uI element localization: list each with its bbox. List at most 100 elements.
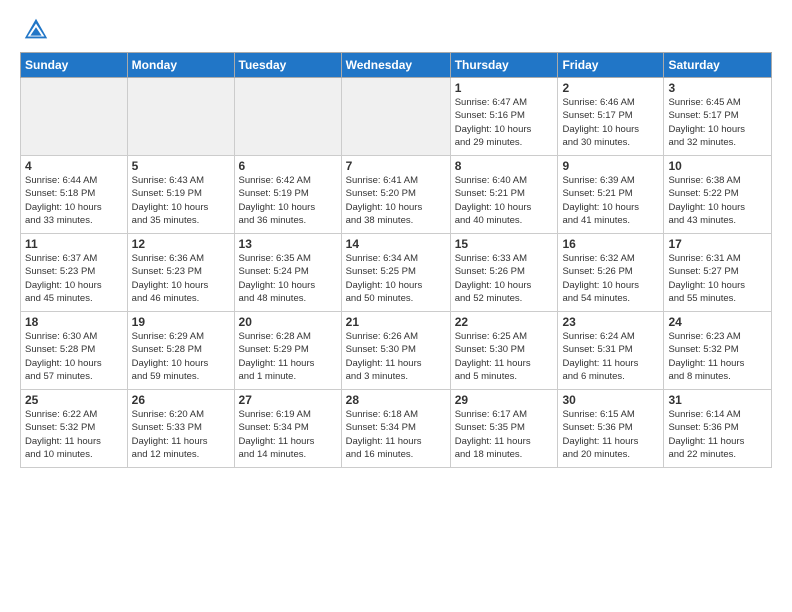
day-info: Sunrise: 6:43 AM Sunset: 5:19 PM Dayligh… xyxy=(132,174,230,227)
day-info: Sunrise: 6:46 AM Sunset: 5:17 PM Dayligh… xyxy=(562,96,659,149)
day-number: 8 xyxy=(455,159,554,173)
day-info: Sunrise: 6:20 AM Sunset: 5:33 PM Dayligh… xyxy=(132,408,230,461)
day-number: 5 xyxy=(132,159,230,173)
day-info: Sunrise: 6:45 AM Sunset: 5:17 PM Dayligh… xyxy=(668,96,767,149)
week-row-1: 1Sunrise: 6:47 AM Sunset: 5:16 PM Daylig… xyxy=(21,78,772,156)
day-cell: 1Sunrise: 6:47 AM Sunset: 5:16 PM Daylig… xyxy=(450,78,558,156)
col-header-wednesday: Wednesday xyxy=(341,53,450,78)
day-info: Sunrise: 6:14 AM Sunset: 5:36 PM Dayligh… xyxy=(668,408,767,461)
day-cell: 3Sunrise: 6:45 AM Sunset: 5:17 PM Daylig… xyxy=(664,78,772,156)
day-cell: 26Sunrise: 6:20 AM Sunset: 5:33 PM Dayli… xyxy=(127,390,234,468)
day-cell: 28Sunrise: 6:18 AM Sunset: 5:34 PM Dayli… xyxy=(341,390,450,468)
day-cell: 13Sunrise: 6:35 AM Sunset: 5:24 PM Dayli… xyxy=(234,234,341,312)
day-info: Sunrise: 6:38 AM Sunset: 5:22 PM Dayligh… xyxy=(668,174,767,227)
day-info: Sunrise: 6:32 AM Sunset: 5:26 PM Dayligh… xyxy=(562,252,659,305)
day-cell: 8Sunrise: 6:40 AM Sunset: 5:21 PM Daylig… xyxy=(450,156,558,234)
day-cell: 14Sunrise: 6:34 AM Sunset: 5:25 PM Dayli… xyxy=(341,234,450,312)
day-cell: 7Sunrise: 6:41 AM Sunset: 5:20 PM Daylig… xyxy=(341,156,450,234)
day-number: 18 xyxy=(25,315,123,329)
day-number: 24 xyxy=(668,315,767,329)
day-cell: 25Sunrise: 6:22 AM Sunset: 5:32 PM Dayli… xyxy=(21,390,128,468)
col-header-tuesday: Tuesday xyxy=(234,53,341,78)
week-row-4: 18Sunrise: 6:30 AM Sunset: 5:28 PM Dayli… xyxy=(21,312,772,390)
day-info: Sunrise: 6:30 AM Sunset: 5:28 PM Dayligh… xyxy=(25,330,123,383)
day-cell: 16Sunrise: 6:32 AM Sunset: 5:26 PM Dayli… xyxy=(558,234,664,312)
day-number: 25 xyxy=(25,393,123,407)
day-info: Sunrise: 6:18 AM Sunset: 5:34 PM Dayligh… xyxy=(346,408,446,461)
day-number: 11 xyxy=(25,237,123,251)
day-info: Sunrise: 6:34 AM Sunset: 5:25 PM Dayligh… xyxy=(346,252,446,305)
day-cell: 29Sunrise: 6:17 AM Sunset: 5:35 PM Dayli… xyxy=(450,390,558,468)
day-number: 12 xyxy=(132,237,230,251)
day-cell xyxy=(341,78,450,156)
day-cell xyxy=(21,78,128,156)
col-header-monday: Monday xyxy=(127,53,234,78)
day-cell xyxy=(234,78,341,156)
day-info: Sunrise: 6:17 AM Sunset: 5:35 PM Dayligh… xyxy=(455,408,554,461)
day-number: 26 xyxy=(132,393,230,407)
day-cell: 10Sunrise: 6:38 AM Sunset: 5:22 PM Dayli… xyxy=(664,156,772,234)
col-header-thursday: Thursday xyxy=(450,53,558,78)
day-number: 13 xyxy=(239,237,337,251)
day-number: 15 xyxy=(455,237,554,251)
day-info: Sunrise: 6:25 AM Sunset: 5:30 PM Dayligh… xyxy=(455,330,554,383)
col-header-saturday: Saturday xyxy=(664,53,772,78)
day-cell: 15Sunrise: 6:33 AM Sunset: 5:26 PM Dayli… xyxy=(450,234,558,312)
col-header-sunday: Sunday xyxy=(21,53,128,78)
day-info: Sunrise: 6:39 AM Sunset: 5:21 PM Dayligh… xyxy=(562,174,659,227)
day-info: Sunrise: 6:36 AM Sunset: 5:23 PM Dayligh… xyxy=(132,252,230,305)
day-cell: 11Sunrise: 6:37 AM Sunset: 5:23 PM Dayli… xyxy=(21,234,128,312)
calendar-table: SundayMondayTuesdayWednesdayThursdayFrid… xyxy=(20,52,772,468)
day-number: 19 xyxy=(132,315,230,329)
day-info: Sunrise: 6:29 AM Sunset: 5:28 PM Dayligh… xyxy=(132,330,230,383)
day-info: Sunrise: 6:47 AM Sunset: 5:16 PM Dayligh… xyxy=(455,96,554,149)
day-number: 31 xyxy=(668,393,767,407)
header-row: SundayMondayTuesdayWednesdayThursdayFrid… xyxy=(21,53,772,78)
day-number: 20 xyxy=(239,315,337,329)
day-info: Sunrise: 6:28 AM Sunset: 5:29 PM Dayligh… xyxy=(239,330,337,383)
day-cell: 18Sunrise: 6:30 AM Sunset: 5:28 PM Dayli… xyxy=(21,312,128,390)
day-info: Sunrise: 6:37 AM Sunset: 5:23 PM Dayligh… xyxy=(25,252,123,305)
day-cell: 4Sunrise: 6:44 AM Sunset: 5:18 PM Daylig… xyxy=(21,156,128,234)
day-info: Sunrise: 6:35 AM Sunset: 5:24 PM Dayligh… xyxy=(239,252,337,305)
day-number: 9 xyxy=(562,159,659,173)
col-header-friday: Friday xyxy=(558,53,664,78)
day-number: 16 xyxy=(562,237,659,251)
day-cell: 24Sunrise: 6:23 AM Sunset: 5:32 PM Dayli… xyxy=(664,312,772,390)
day-info: Sunrise: 6:24 AM Sunset: 5:31 PM Dayligh… xyxy=(562,330,659,383)
day-cell xyxy=(127,78,234,156)
logo xyxy=(20,16,50,44)
day-cell: 23Sunrise: 6:24 AM Sunset: 5:31 PM Dayli… xyxy=(558,312,664,390)
week-row-2: 4Sunrise: 6:44 AM Sunset: 5:18 PM Daylig… xyxy=(21,156,772,234)
day-number: 30 xyxy=(562,393,659,407)
day-number: 14 xyxy=(346,237,446,251)
day-cell: 30Sunrise: 6:15 AM Sunset: 5:36 PM Dayli… xyxy=(558,390,664,468)
day-number: 10 xyxy=(668,159,767,173)
day-number: 7 xyxy=(346,159,446,173)
day-cell: 6Sunrise: 6:42 AM Sunset: 5:19 PM Daylig… xyxy=(234,156,341,234)
calendar-page: SundayMondayTuesdayWednesdayThursdayFrid… xyxy=(0,0,792,612)
day-number: 22 xyxy=(455,315,554,329)
day-number: 4 xyxy=(25,159,123,173)
day-info: Sunrise: 6:26 AM Sunset: 5:30 PM Dayligh… xyxy=(346,330,446,383)
day-number: 2 xyxy=(562,81,659,95)
day-number: 17 xyxy=(668,237,767,251)
day-cell: 21Sunrise: 6:26 AM Sunset: 5:30 PM Dayli… xyxy=(341,312,450,390)
week-row-3: 11Sunrise: 6:37 AM Sunset: 5:23 PM Dayli… xyxy=(21,234,772,312)
day-cell: 22Sunrise: 6:25 AM Sunset: 5:30 PM Dayli… xyxy=(450,312,558,390)
week-row-5: 25Sunrise: 6:22 AM Sunset: 5:32 PM Dayli… xyxy=(21,390,772,468)
day-info: Sunrise: 6:41 AM Sunset: 5:20 PM Dayligh… xyxy=(346,174,446,227)
day-cell: 31Sunrise: 6:14 AM Sunset: 5:36 PM Dayli… xyxy=(664,390,772,468)
day-cell: 9Sunrise: 6:39 AM Sunset: 5:21 PM Daylig… xyxy=(558,156,664,234)
day-cell: 19Sunrise: 6:29 AM Sunset: 5:28 PM Dayli… xyxy=(127,312,234,390)
day-cell: 27Sunrise: 6:19 AM Sunset: 5:34 PM Dayli… xyxy=(234,390,341,468)
day-number: 28 xyxy=(346,393,446,407)
day-info: Sunrise: 6:22 AM Sunset: 5:32 PM Dayligh… xyxy=(25,408,123,461)
day-info: Sunrise: 6:15 AM Sunset: 5:36 PM Dayligh… xyxy=(562,408,659,461)
day-info: Sunrise: 6:44 AM Sunset: 5:18 PM Dayligh… xyxy=(25,174,123,227)
day-info: Sunrise: 6:33 AM Sunset: 5:26 PM Dayligh… xyxy=(455,252,554,305)
day-cell: 20Sunrise: 6:28 AM Sunset: 5:29 PM Dayli… xyxy=(234,312,341,390)
logo-icon xyxy=(22,16,50,44)
day-info: Sunrise: 6:19 AM Sunset: 5:34 PM Dayligh… xyxy=(239,408,337,461)
day-info: Sunrise: 6:23 AM Sunset: 5:32 PM Dayligh… xyxy=(668,330,767,383)
